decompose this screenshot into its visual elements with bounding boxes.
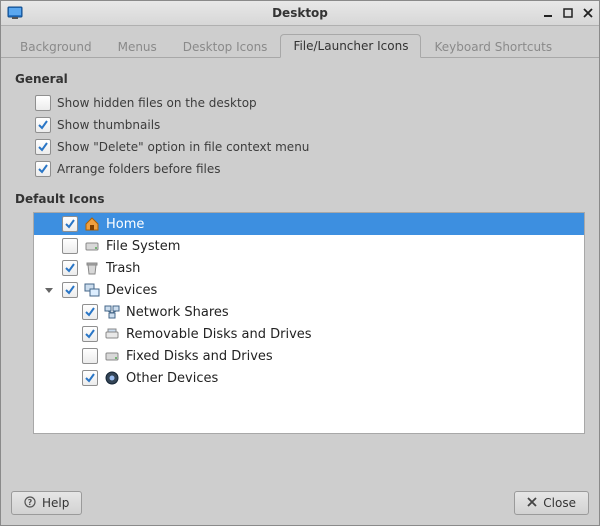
tree-item-label: Home — [106, 217, 144, 232]
checkbox-icon[interactable] — [82, 304, 98, 320]
checkbox-icon[interactable] — [62, 282, 78, 298]
tab-desktop-icons[interactable]: Desktop Icons — [170, 35, 281, 58]
tree-item-fixed[interactable]: Fixed Disks and Drives — [34, 345, 584, 367]
button-label: Help — [42, 496, 69, 510]
button-label: Close — [543, 496, 576, 510]
close-icon — [527, 497, 537, 509]
settings-window: Desktop Background Menus Desktop Icons F… — [0, 0, 600, 526]
option-arrange-folders[interactable]: Arrange folders before files — [15, 158, 585, 180]
drive-icon — [84, 238, 100, 254]
tree-item-other[interactable]: Other Devices — [34, 367, 584, 389]
tree-item-network-shares[interactable]: Network Shares — [34, 301, 584, 323]
checkbox-icon[interactable] — [82, 370, 98, 386]
dialog-footer: ? Help Close — [1, 483, 599, 525]
removable-icon — [104, 326, 120, 342]
checkbox-icon[interactable] — [35, 161, 51, 177]
tab-menus[interactable]: Menus — [105, 35, 170, 58]
tab-background[interactable]: Background — [7, 35, 105, 58]
tree-item-label: Removable Disks and Drives — [126, 327, 312, 342]
svg-text:?: ? — [28, 498, 33, 507]
checkbox-icon[interactable] — [62, 216, 78, 232]
option-show-delete[interactable]: Show "Delete" option in file context men… — [15, 136, 585, 158]
help-icon: ? — [24, 496, 36, 510]
app-desktop-icon — [7, 5, 23, 21]
home-icon — [84, 216, 100, 232]
option-show-thumbnails[interactable]: Show thumbnails — [15, 114, 585, 136]
maximize-button[interactable] — [561, 6, 575, 20]
checkbox-icon[interactable] — [35, 95, 51, 111]
section-default-icons-title: Default Icons — [15, 192, 585, 206]
tab-bar: Background Menus Desktop Icons File/Laun… — [1, 26, 599, 58]
default-icons-tree[interactable]: Home File System — [33, 212, 585, 434]
tree-item-label: Trash — [106, 261, 140, 276]
expander-open-icon[interactable] — [42, 283, 56, 297]
tab-content: General Show hidden files on the desktop… — [1, 58, 599, 483]
checkbox-icon[interactable] — [35, 139, 51, 155]
tab-keyboard-shortcuts[interactable]: Keyboard Shortcuts — [421, 35, 565, 58]
option-label: Show "Delete" option in file context men… — [57, 140, 309, 154]
tab-file-launcher-icons[interactable]: File/Launcher Icons — [280, 34, 421, 58]
checkbox-icon[interactable] — [82, 326, 98, 342]
close-window-button[interactable] — [581, 6, 595, 20]
minimize-button[interactable] — [541, 6, 555, 20]
option-label: Show hidden files on the desktop — [57, 96, 257, 110]
network-icon — [104, 304, 120, 320]
tree-item-label: Network Shares — [126, 305, 229, 320]
tree-item-home[interactable]: Home — [34, 213, 584, 235]
checkbox-icon[interactable] — [62, 238, 78, 254]
tree-item-removable[interactable]: Removable Disks and Drives — [34, 323, 584, 345]
tree-item-label: Fixed Disks and Drives — [126, 349, 273, 364]
trash-icon — [84, 260, 100, 276]
checkbox-icon[interactable] — [62, 260, 78, 276]
tree-item-trash[interactable]: Trash — [34, 257, 584, 279]
help-button[interactable]: ? Help — [11, 491, 82, 515]
tree-item-label: Devices — [106, 283, 157, 298]
option-label: Arrange folders before files — [57, 162, 221, 176]
section-general-title: General — [15, 72, 585, 86]
tree-item-devices[interactable]: Devices — [34, 279, 584, 301]
close-button[interactable]: Close — [514, 491, 589, 515]
devices-icon — [84, 282, 100, 298]
checkbox-icon[interactable] — [35, 117, 51, 133]
other-icon — [104, 370, 120, 386]
titlebar: Desktop — [1, 1, 599, 26]
tree-item-label: File System — [106, 239, 180, 254]
window-controls — [541, 1, 595, 25]
checkbox-icon[interactable] — [82, 348, 98, 364]
option-label: Show thumbnails — [57, 118, 160, 132]
option-show-hidden[interactable]: Show hidden files on the desktop — [15, 92, 585, 114]
window-title: Desktop — [1, 6, 599, 20]
tree-item-label: Other Devices — [126, 371, 218, 386]
tree-item-filesystem[interactable]: File System — [34, 235, 584, 257]
drive-icon — [104, 348, 120, 364]
